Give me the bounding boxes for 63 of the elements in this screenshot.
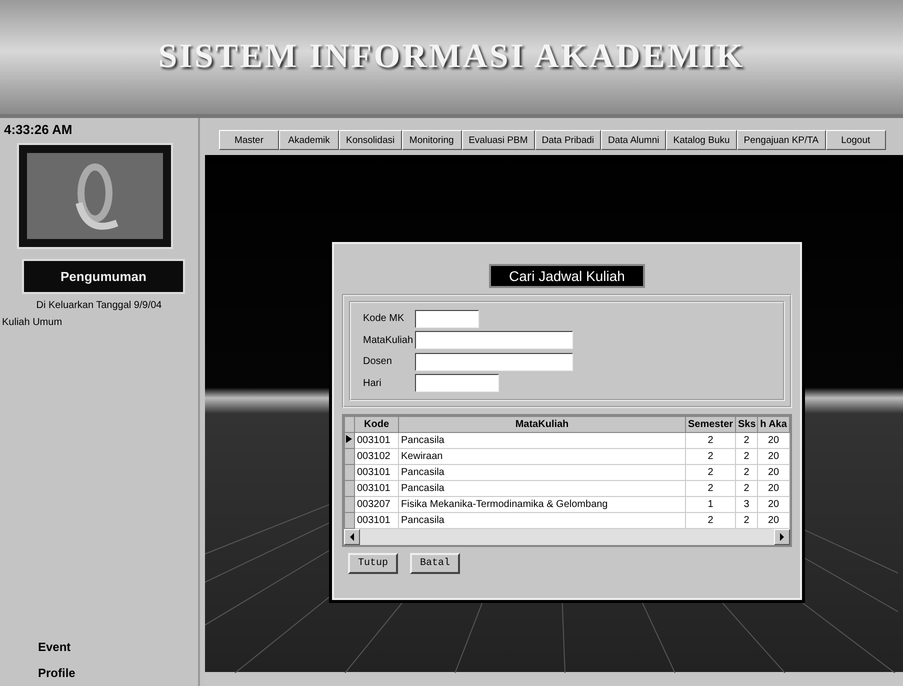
- menu-button[interactable]: Logout: [826, 130, 886, 150]
- column-header[interactable]: h Aka: [758, 416, 790, 432]
- input-field[interactable]: [415, 374, 500, 392]
- table-cell: 2: [686, 432, 736, 448]
- table-cell: Pancasila: [398, 464, 686, 480]
- clock: 4:33:26 AM: [3, 122, 74, 137]
- horizontal-scrollbar[interactable]: [344, 529, 790, 545]
- right-arrow-icon: [779, 533, 785, 541]
- input-field[interactable]: [415, 310, 480, 328]
- issued-date: Di Keluarkan Tanggal 9/9/04: [35, 300, 163, 311]
- table-cell: 003207: [354, 496, 398, 512]
- table-cell: Pancasila: [398, 432, 686, 448]
- column-header[interactable]: Sks: [736, 416, 758, 432]
- table-cell: 2: [686, 464, 736, 480]
- sidebar-link[interactable]: Profile: [38, 666, 198, 680]
- column-header[interactable]: MataKuliah: [398, 416, 686, 432]
- field-label: Dosen: [363, 356, 393, 368]
- announcement-heading: Pengumuman: [22, 259, 185, 294]
- table-cell: 20: [758, 496, 790, 512]
- input-field[interactable]: [415, 352, 574, 371]
- menu-button[interactable]: Katalog Buku: [666, 130, 737, 150]
- menu-button[interactable]: Konsolidasi: [339, 130, 402, 150]
- left-arrow-icon: [349, 533, 355, 541]
- table-cell: Kewiraan: [398, 448, 686, 464]
- menu-button[interactable]: Master: [219, 130, 279, 150]
- app-title: SISTEM INFORMASI AKADEMIK: [158, 38, 745, 76]
- table-cell: Pancasila: [398, 480, 686, 496]
- field-label: Hari: [363, 378, 382, 389]
- table-cell: 20: [758, 480, 790, 496]
- sidebar-link[interactable]: Event: [38, 640, 198, 654]
- field-label: MataKuliah: [363, 334, 414, 346]
- menu-button[interactable]: Data Alumni: [601, 130, 666, 150]
- table-cell: Fisika Mekanika-Termodinamika & Gelombang: [398, 496, 686, 512]
- row-pointer-icon: [345, 434, 353, 444]
- table-cell: 1: [686, 496, 736, 512]
- row-selector[interactable]: [344, 432, 354, 448]
- table-cell: 2: [736, 480, 758, 496]
- menu-button[interactable]: Evaluasi PBM: [462, 130, 535, 150]
- announcement-item[interactable]: Kuliah Umum: [2, 317, 198, 328]
- column-header[interactable]: Semester: [686, 416, 736, 432]
- dialog-button[interactable]: Tutup: [348, 553, 398, 574]
- field-label: Kode MK: [363, 313, 406, 324]
- table-cell: 20: [758, 464, 790, 480]
- table-cell: 2: [736, 464, 758, 480]
- table-cell: 3: [736, 496, 758, 512]
- menu-button[interactable]: Akademik: [279, 130, 339, 150]
- table-cell: 003102: [354, 448, 398, 464]
- dialog-button[interactable]: Batal: [410, 553, 460, 574]
- table-cell: 003101: [354, 464, 398, 480]
- table-cell: 20: [758, 448, 790, 464]
- table-cell: 003101: [354, 432, 398, 448]
- table-cell: 2: [686, 480, 736, 496]
- table-cell: 2: [686, 448, 736, 464]
- input-field[interactable]: [415, 331, 574, 350]
- menu-button[interactable]: Data Pribadi: [534, 130, 602, 150]
- table-cell: 20: [758, 432, 790, 448]
- table-cell: 2: [736, 448, 758, 464]
- menu-button[interactable]: Pengajuan KP/TA: [736, 130, 826, 150]
- table-cell: 003101: [354, 480, 398, 496]
- menu-button[interactable]: Monitoring: [402, 130, 462, 150]
- dialog-title: Cari Jadwal Kuliah: [489, 264, 645, 288]
- table-cell: 2: [736, 432, 758, 448]
- column-header[interactable]: Kode: [354, 416, 398, 432]
